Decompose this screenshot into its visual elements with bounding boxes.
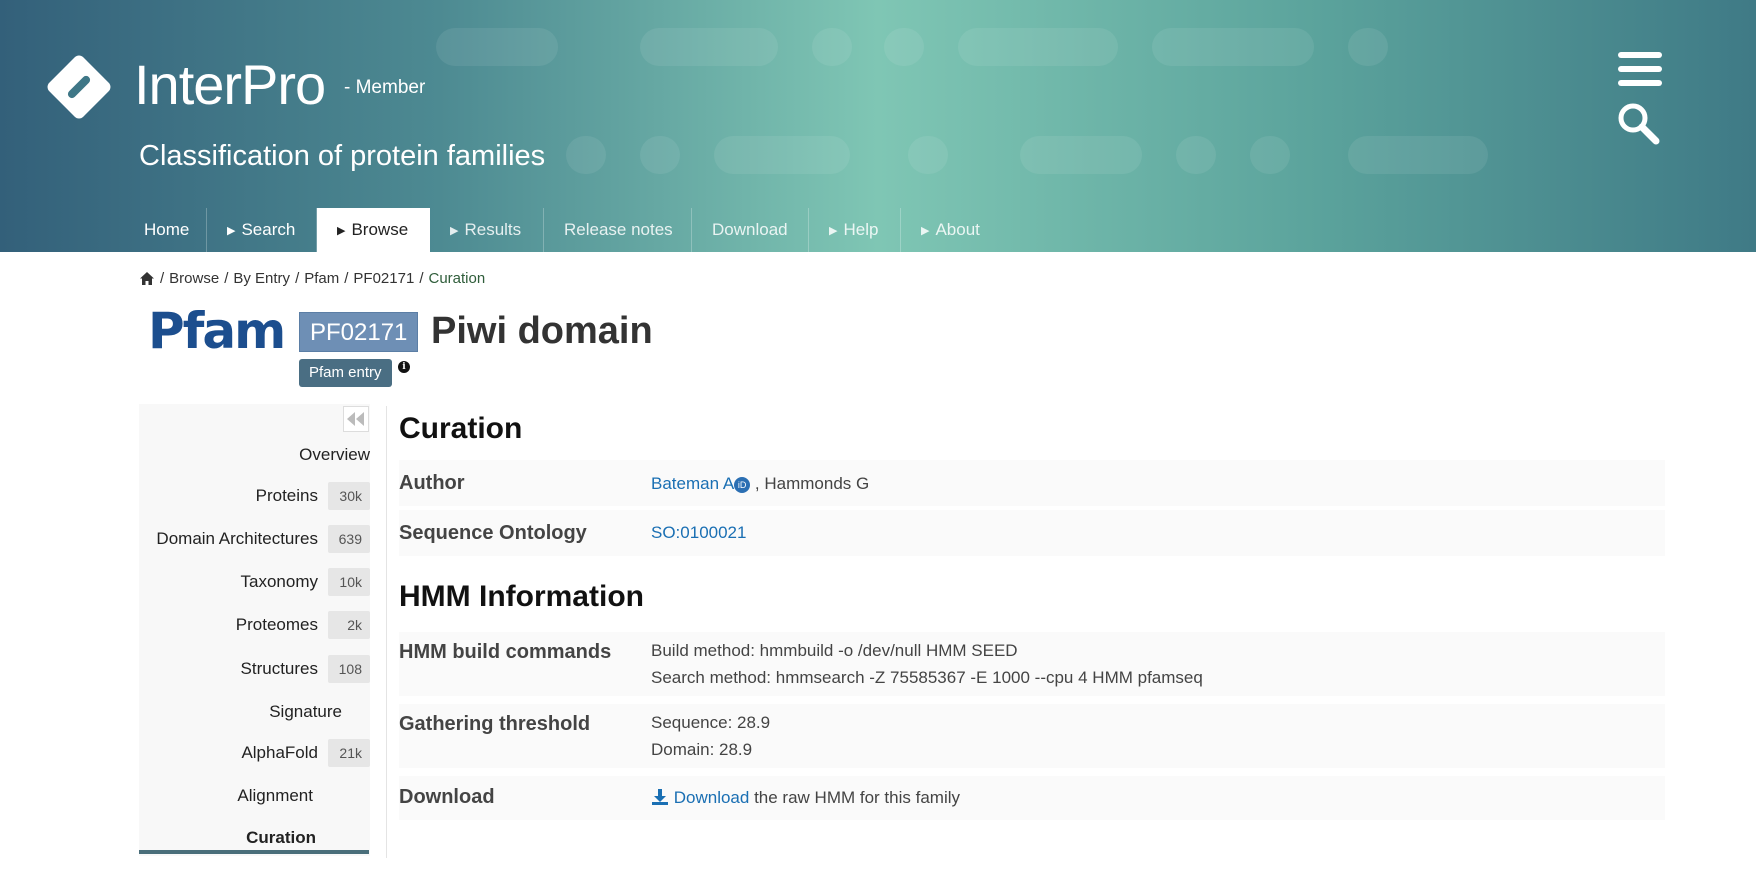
hmm-build-row: HMM build commands Build method: hmmbuil… — [399, 632, 1665, 696]
header-decoration — [1020, 136, 1142, 174]
author-label: Author — [399, 472, 465, 494]
header-decoration — [640, 136, 680, 174]
content-divider — [386, 406, 387, 858]
nav-release-notes[interactable]: Release notes — [544, 208, 692, 252]
site-header: InterPro - Member Classification of prot… — [0, 0, 1756, 252]
breadcrumb-separator: / — [224, 270, 229, 287]
download-hmm-link[interactable]: Download — [674, 788, 750, 807]
ontology-row: Sequence Ontology SO:0100021 — [399, 510, 1665, 556]
caret-right-icon: ▶ — [450, 224, 459, 237]
hamburger-menu-icon[interactable] — [1618, 52, 1662, 88]
breadcrumb-by-entry[interactable]: By Entry — [233, 270, 290, 287]
header-decoration — [884, 28, 924, 66]
breadcrumb-browse[interactable]: Browse — [169, 270, 219, 287]
header-decoration — [714, 136, 850, 174]
header-decoration — [1348, 136, 1488, 174]
gathering-threshold-row: Gathering threshold Sequence: 28.9 Domai… — [399, 704, 1665, 768]
interpro-logo-icon[interactable] — [42, 50, 116, 124]
count-badge: 21k — [328, 739, 370, 767]
count-badge: 108 — [328, 655, 370, 683]
download-row: Download Download the raw HMM for this f… — [399, 776, 1665, 820]
download-description: the raw HMM for this family — [754, 788, 961, 807]
header-decoration — [958, 28, 1118, 66]
threshold-domain: Domain: 28.9 — [651, 740, 753, 759]
caret-right-icon: ▶ — [337, 224, 346, 237]
header-decoration — [1348, 28, 1388, 66]
download-label: Download — [399, 786, 495, 808]
nav-download[interactable]: Download — [692, 208, 809, 252]
breadcrumb-pfam[interactable]: Pfam — [304, 270, 339, 287]
nav-browse[interactable]: ▶ Browse — [317, 208, 430, 252]
author-others: , Hammonds G — [754, 474, 870, 493]
nav-home[interactable]: Home — [124, 208, 207, 252]
threshold-sequence: Sequence: 28.9 — [651, 713, 771, 732]
header-decoration — [1152, 28, 1314, 66]
sidebar-item-proteins[interactable]: Proteins 30k — [256, 481, 370, 511]
sidebar-item-proteomes[interactable]: Proteomes 2k — [236, 610, 370, 640]
nav-search[interactable]: ▶ Search — [207, 208, 317, 252]
double-chevron-left-icon — [347, 412, 364, 426]
breadcrumb-separator: / — [160, 270, 165, 287]
author-value: Bateman AiD , Hammonds G — [651, 474, 869, 494]
build-method: Build method: hmmbuild -o /dev/null HMM … — [651, 641, 1018, 660]
count-badge: 2k — [328, 611, 370, 639]
header-decoration — [1176, 136, 1216, 174]
entry-type-badge: Pfam entry — [299, 359, 392, 387]
svg-text:Pfam: Pfam — [148, 304, 284, 356]
nav-about[interactable]: ▶ About — [901, 208, 1001, 252]
header-decoration — [566, 136, 606, 174]
ontology-link[interactable]: SO:0100021 — [651, 523, 746, 543]
caret-right-icon: ▶ — [829, 224, 838, 237]
breadcrumb-accession[interactable]: PF02171 — [353, 270, 414, 287]
active-tab-indicator — [139, 850, 369, 854]
breadcrumb-current: Curation — [428, 270, 486, 287]
ontology-label: Sequence Ontology — [399, 522, 587, 544]
entry-accession: PF02171 — [299, 312, 419, 352]
count-badge: 30k — [328, 482, 370, 510]
sidebar-item-overview[interactable]: Overview — [299, 440, 370, 470]
author-link[interactable]: Bateman A — [651, 474, 734, 493]
header-decoration — [640, 28, 778, 66]
curation-heading: Curation — [399, 412, 523, 445]
sidebar-item-alignment[interactable]: Alignment — [237, 781, 313, 811]
breadcrumb: / Browse / By Entry / Pfam / PF02171 / C… — [139, 270, 485, 287]
home-icon[interactable] — [139, 271, 155, 286]
header-decoration — [1250, 136, 1290, 174]
search-method: Search method: hmmsearch -Z 75585367 -E … — [651, 668, 1203, 687]
site-subtitle: Classification of protein families — [139, 140, 546, 172]
gathering-threshold-label: Gathering threshold — [399, 713, 591, 735]
collapse-sidebar-button[interactable] — [343, 406, 369, 432]
download-icon[interactable] — [651, 788, 669, 806]
main-nav: Home ▶ Search ▶ Browse ▶ Results Release no… — [124, 208, 1001, 252]
count-badge: 10k — [328, 568, 370, 596]
nav-help[interactable]: ▶ Help — [809, 208, 901, 252]
caret-right-icon: ▶ — [227, 224, 236, 237]
header-decoration — [908, 136, 948, 174]
nav-results[interactable]: ▶ Results — [430, 208, 544, 252]
sidebar-item-domain-architectures[interactable]: Domain Architectures 639 — [156, 524, 370, 554]
search-icon[interactable] — [1616, 102, 1664, 146]
caret-right-icon: ▶ — [921, 224, 930, 237]
sidebar-item-curation[interactable]: Curation — [246, 823, 316, 853]
breadcrumb-separator: / — [344, 270, 349, 287]
brand-name[interactable]: InterPro — [134, 52, 326, 117]
page-title: Piwi domain — [431, 310, 653, 352]
hmm-heading: HMM Information — [399, 580, 644, 613]
orcid-icon[interactable]: iD — [734, 477, 751, 493]
breadcrumb-separator: / — [419, 270, 424, 287]
sidebar-item-taxonomy[interactable]: Taxonomy 10k — [241, 567, 370, 597]
sidebar-item-alphafold[interactable]: AlphaFold 21k — [241, 738, 370, 768]
breadcrumb-separator: / — [295, 270, 300, 287]
sidebar-item-signature[interactable]: Signature — [269, 697, 342, 727]
count-badge: 639 — [328, 525, 370, 553]
sidebar-item-structures[interactable]: Structures 108 — [241, 654, 370, 684]
hmm-build-label: HMM build commands — [399, 641, 612, 663]
header-decoration — [436, 28, 558, 66]
author-row: Author Bateman AiD , Hammonds G — [399, 460, 1665, 506]
info-icon[interactable]: i — [398, 361, 410, 373]
pfam-logo: Pfam — [148, 304, 286, 356]
header-decoration — [812, 28, 852, 66]
download-value: Download the raw HMM for this family — [651, 788, 960, 808]
brand-suffix: - Member — [344, 77, 426, 98]
